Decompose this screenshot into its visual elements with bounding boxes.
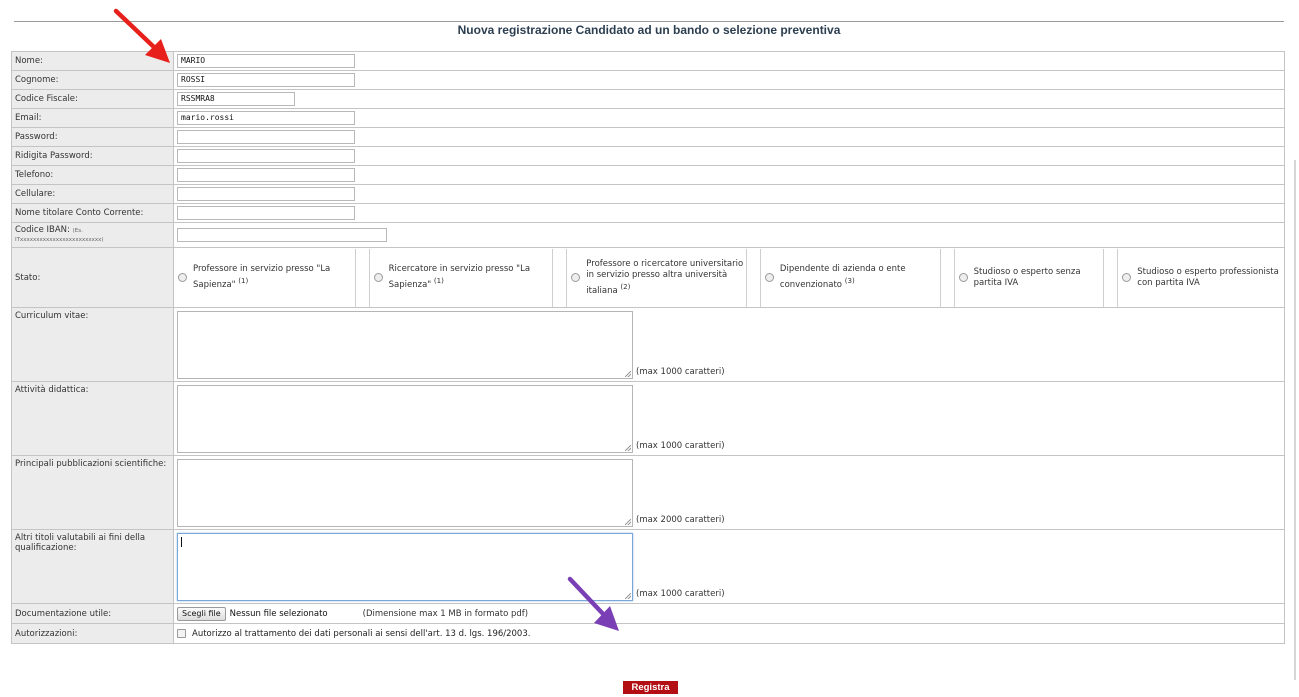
row-curriculum: Curriculum vitae: (max 1000 caratteri) <box>11 307 1285 382</box>
ridigita-password-input[interactable] <box>177 149 355 163</box>
cellulare-label: Cellulare: <box>11 184 174 204</box>
resize-grip-icon[interactable] <box>625 592 631 599</box>
documentazione-label: Documentazione utile: <box>11 603 174 624</box>
consent-checkbox[interactable] <box>177 629 186 638</box>
file-size-note: (Dimensione max 1 MB in formato pdf) <box>362 608 529 619</box>
row-didattica: Attività didattica: (max 1000 caratteri) <box>11 381 1285 456</box>
cellulare-input[interactable] <box>177 187 355 201</box>
row-iban: Codice IBAN: (Es. ITxxxxxxxxxxxxxxxxxxxx… <box>11 222 1285 248</box>
resize-grip-icon[interactable] <box>625 444 631 451</box>
registration-form: Nome: MARIO Cognome: ROSSI Codice Fiscal… <box>11 51 1285 644</box>
didattica-textarea[interactable] <box>177 384 633 453</box>
iban-input[interactable] <box>177 228 387 242</box>
selected-file-name: Nessun file selezionato <box>229 608 328 619</box>
row-password: Password: <box>11 127 1285 147</box>
ridigita-password-label: Ridigita Password: <box>11 146 174 166</box>
titolare-input[interactable] <box>177 206 355 220</box>
choose-file-button[interactable]: Scegli file <box>177 606 226 621</box>
pubblicazioni-textarea[interactable] <box>177 458 633 527</box>
nome-label: Nome: <box>11 51 174 71</box>
stato-option-6[interactable]: Studioso o esperto professionista con pa… <box>1118 249 1284 307</box>
telefono-input[interactable] <box>177 168 355 182</box>
pubblicazioni-max-note: (max 2000 caratteri) <box>636 514 725 525</box>
row-pubblicazioni: Principali pubblicazioni scientifiche: (… <box>11 455 1285 530</box>
radio-button[interactable] <box>178 273 187 282</box>
row-documentazione: Documentazione utile: Scegli file Nessun… <box>11 603 1285 624</box>
altri-titoli-max-note: (max 1000 caratteri) <box>636 588 725 599</box>
curriculum-max-note: (max 1000 caratteri) <box>636 366 725 377</box>
titolare-label: Nome titolare Conto Corrente: <box>11 203 174 223</box>
radio-button[interactable] <box>764 273 774 282</box>
stato-option-4[interactable]: Dipendente di azienda o ente convenziona… <box>761 248 941 307</box>
cognome-input[interactable]: ROSSI <box>177 73 355 87</box>
stato-option-3[interactable]: Professore o ricercatore universitario i… <box>567 248 747 307</box>
cognome-label: Cognome: <box>11 70 174 90</box>
codice-fiscale-label: Codice Fiscale: <box>11 89 174 109</box>
radio-button[interactable] <box>571 273 581 282</box>
curriculum-textarea[interactable] <box>177 310 633 379</box>
iban-label: Codice IBAN: <box>15 225 70 235</box>
curriculum-label: Curriculum vitae: <box>11 307 174 382</box>
resize-grip-icon[interactable] <box>625 370 631 377</box>
stato-options: Professore in servizio presso "La Sapien… <box>174 248 1284 307</box>
row-cellulare: Cellulare: <box>11 184 1285 204</box>
radio-button[interactable] <box>373 273 383 282</box>
altri-titoli-label: Altri titoli valutabili ai fini della qu… <box>11 529 174 604</box>
row-ridigita-password: Ridigita Password: <box>11 146 1285 166</box>
altri-titoli-textarea[interactable] <box>177 532 633 601</box>
text-caret <box>181 536 182 547</box>
row-telefono: Telefono: <box>11 165 1285 185</box>
pubblicazioni-label: Principali pubblicazioni scientifiche: <box>11 455 174 530</box>
stato-option-2[interactable]: Ricercatore in servizio presso "La Sapie… <box>370 248 554 307</box>
row-cognome: Cognome: ROSSI <box>11 70 1285 90</box>
stato-option-5[interactable]: Studioso o esperto senza partita IVA <box>955 248 1105 307</box>
row-altri-titoli: Altri titoli valutabili ai fini della qu… <box>11 529 1285 604</box>
radio-button[interactable] <box>1122 273 1132 282</box>
row-autorizzazioni: Autorizzazioni: Autorizzo al trattamento… <box>11 623 1285 644</box>
consent-text: Autorizzo al trattamento dei dati person… <box>192 628 531 639</box>
stato-label: Stato: <box>11 247 174 308</box>
stato-option-1[interactable]: Professore in servizio presso "La Sapien… <box>174 248 356 307</box>
page-title: Nuova registrazione Candidato ad un band… <box>457 23 841 37</box>
resize-grip-icon[interactable] <box>625 518 631 525</box>
row-nome: Nome: MARIO <box>11 51 1285 71</box>
scrollbar[interactable] <box>1294 160 1296 680</box>
row-email: Email: mario.rossi <box>11 108 1285 128</box>
email-input[interactable]: mario.rossi <box>177 111 355 125</box>
email-label: Email: <box>11 108 174 128</box>
didattica-max-note: (max 1000 caratteri) <box>636 440 725 451</box>
password-label: Password: <box>11 127 174 147</box>
registra-button[interactable]: Registra <box>623 681 678 694</box>
row-codice-fiscale: Codice Fiscale: RSSMRA8 <box>11 89 1285 109</box>
codice-fiscale-input[interactable]: RSSMRA8 <box>177 92 295 106</box>
nome-input[interactable]: MARIO <box>177 54 355 68</box>
row-titolare: Nome titolare Conto Corrente: <box>11 203 1285 223</box>
radio-button[interactable] <box>958 273 968 282</box>
row-stato: Stato: Professore in servizio presso "La… <box>11 247 1285 308</box>
autorizzazioni-label: Autorizzazioni: <box>11 623 174 644</box>
telefono-label: Telefono: <box>11 165 174 185</box>
password-input[interactable] <box>177 130 355 144</box>
didattica-label: Attività didattica: <box>11 381 174 456</box>
